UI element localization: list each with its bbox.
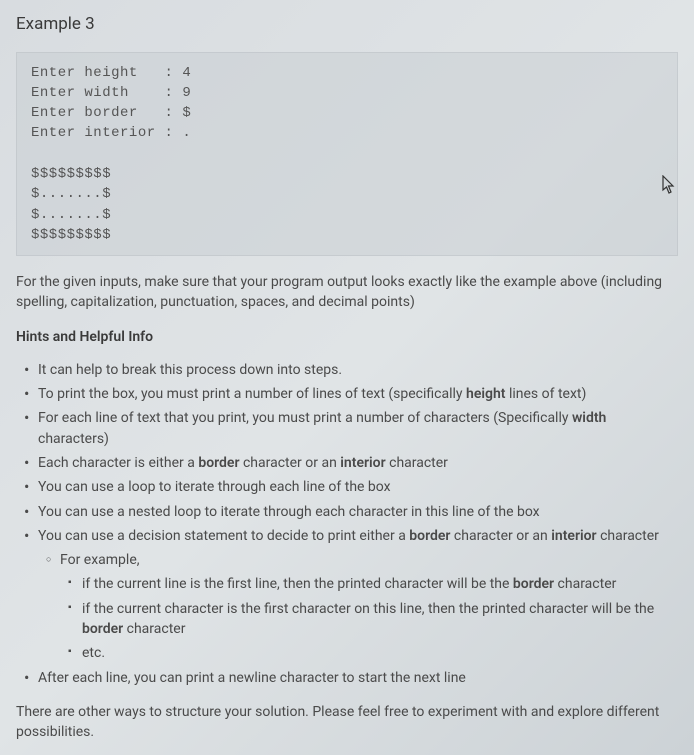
hint-item: You can use a decision statement to deci…	[38, 526, 678, 664]
code-example-block: Enter height : 4 Enter width : 9 Enter b…	[16, 52, 678, 257]
hint-item: To print the box, you must print a numbe…	[38, 384, 678, 404]
hint-item: You can use a loop to iterate through ea…	[38, 477, 678, 497]
hint-item: Each character is either a border charac…	[38, 453, 678, 473]
hint-subsubitem: if the current character is the first ch…	[82, 599, 678, 640]
hint-subitem: For example, if the current line is the …	[60, 550, 678, 663]
closing-text: There are other ways to structure your s…	[16, 702, 678, 743]
hints-list: It can help to break this process down i…	[16, 360, 678, 688]
hints-heading: Hints and Helpful Info	[16, 327, 678, 348]
hint-item: You can use a nested loop to iterate thr…	[38, 502, 678, 522]
hint-item: For each line of text that you print, yo…	[38, 408, 678, 449]
hint-subsubitem: etc.	[82, 643, 678, 663]
hint-item: It can help to break this process down i…	[38, 360, 678, 380]
example-title: Example 3	[16, 12, 678, 38]
hint-subsublist: if the current line is the first line, t…	[60, 574, 678, 663]
instruction-text: For the given inputs, make sure that you…	[16, 272, 678, 313]
hint-subsubitem: if the current line is the first line, t…	[82, 574, 678, 594]
hint-item: After each line, you can print a newline…	[38, 668, 678, 688]
hint-sublist: For example, if the current line is the …	[38, 550, 678, 663]
